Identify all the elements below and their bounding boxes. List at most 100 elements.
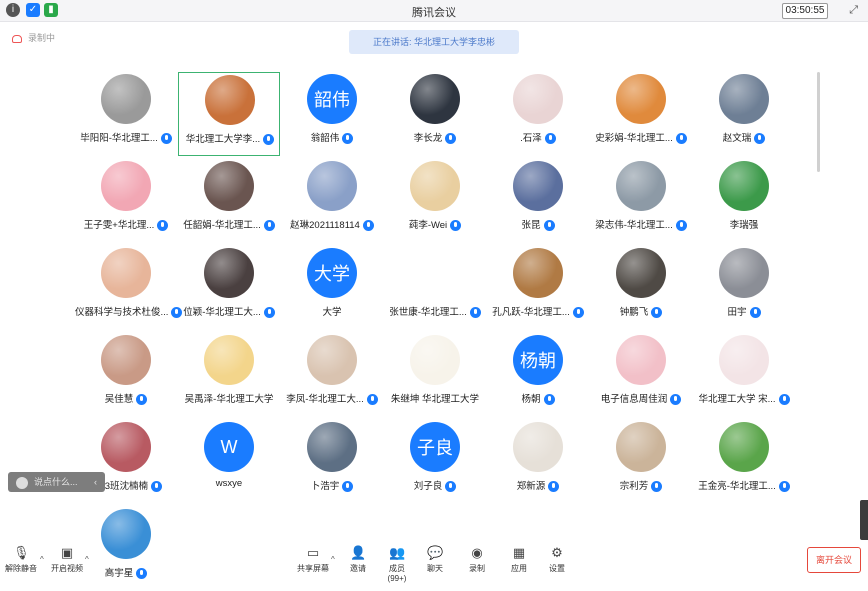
- participant-tile[interactable]: 赵文瑞: [693, 72, 795, 156]
- video-button[interactable]: ▣ 开启视频: [50, 546, 84, 574]
- settings-button[interactable]: ⚙ 设置: [540, 546, 574, 574]
- fullscreen-icon[interactable]: ⤢: [849, 4, 858, 17]
- members-button[interactable]: 👥 成员(99+): [380, 545, 414, 584]
- participant-name-text: 仪器科学与技术杜俊...: [75, 307, 169, 318]
- participant-tile[interactable]: 吴佳慧: [75, 333, 177, 417]
- chevron-up-icon[interactable]: ^: [331, 555, 335, 564]
- members-icon: 👥: [389, 545, 406, 560]
- invite-button[interactable]: 👤 邀请: [341, 546, 375, 574]
- mic-icon: [342, 480, 354, 492]
- participant-tile[interactable]: 电子信息周佳润: [590, 333, 692, 417]
- apps-label: 应用: [511, 564, 527, 573]
- chat-button[interactable]: 💬 聊天: [418, 546, 452, 574]
- participant-tile[interactable]: 韶伟 翁韶伟: [281, 72, 383, 156]
- participant-tile[interactable]: 李瑞强: [693, 159, 795, 243]
- avatar: [719, 161, 769, 211]
- mute-button[interactable]: 🎙 解除静音: [4, 546, 38, 574]
- participant-tile[interactable]: 张昆: [487, 159, 589, 243]
- participant-name: 王子雯+华北理...: [75, 217, 177, 231]
- participant-name: 宗利芳: [590, 478, 692, 492]
- participant-tile[interactable]: 华北理工大学 宋...: [693, 333, 795, 417]
- participant-tile[interactable]: 仪器科学与技术杜俊...: [75, 246, 183, 330]
- mic-icon: [362, 219, 374, 231]
- avatar-text: 大学: [314, 264, 350, 284]
- participant-tile[interactable]: 杨朝 杨朝: [487, 333, 589, 417]
- participant-tile[interactable]: 史彩娟-华北理工...: [590, 72, 692, 156]
- participant-tile[interactable]: 大学 大学: [281, 246, 383, 330]
- chevron-left-icon[interactable]: ‹: [94, 472, 97, 492]
- avatar: [205, 75, 255, 125]
- mic-icon: [675, 219, 687, 231]
- avatar: [513, 422, 563, 472]
- mic-icon: [670, 393, 682, 405]
- participant-tile[interactable]: 宗利芳: [590, 420, 692, 504]
- apps-button[interactable]: ▦ 应用: [502, 546, 536, 574]
- mic-icon: [675, 132, 687, 144]
- participant-tile[interactable]: 梁志伟-华北理工...: [590, 159, 692, 243]
- participant-name-text: 卜浩宇: [310, 481, 340, 492]
- participant-name: 刘子良: [384, 478, 486, 492]
- participant-tile[interactable]: 子良刘子良: [384, 420, 486, 504]
- participant-name-text: 郑新源: [516, 481, 546, 492]
- participant-name-text: 华北理工大学 宋...: [698, 394, 776, 405]
- scrollbar[interactable]: [817, 72, 820, 172]
- participant-tile[interactable]: 卜浩宇: [281, 420, 383, 504]
- participant-name: 毕阳阳-华北理工...: [75, 130, 177, 144]
- participant-tile[interactable]: 赵琳2021118114: [281, 159, 383, 243]
- participant-tile[interactable]: Wwsxye: [178, 420, 280, 504]
- participant-tile[interactable]: 郑新源: [487, 420, 589, 504]
- mic-icon: [445, 132, 457, 144]
- participant-tile[interactable]: 毕阳阳-华北理工...: [75, 72, 177, 156]
- avatar-text: 子良: [417, 438, 453, 458]
- participant-name-text: 毕阳阳-华北理工...: [80, 133, 158, 144]
- participant-name: 卜浩宇: [281, 478, 383, 492]
- share-screen-button[interactable]: ▭ 共享屏幕: [296, 546, 330, 574]
- avatar-text: W: [220, 436, 238, 457]
- participant-name-text: 任韶娟-华北理工...: [183, 220, 261, 231]
- participant-tile[interactable]: 吴禹泽-华北理工大学: [178, 333, 280, 417]
- avatar: [719, 422, 769, 472]
- record-button[interactable]: ◉ 录制: [460, 546, 494, 574]
- avatar: 杨朝: [513, 335, 563, 385]
- participant-tile[interactable]: 朱继坤 华北理工大学: [384, 333, 486, 417]
- participant-name: 大学: [281, 304, 383, 318]
- leave-meeting-button[interactable]: 离开会议: [807, 547, 861, 573]
- participant-tile[interactable]: 田宇: [693, 246, 795, 330]
- participant-tile[interactable]: 李凤-华北理工大...: [281, 333, 383, 417]
- chat-input[interactable]: 说点什么... ‹: [8, 472, 105, 492]
- participant-name-text: 王子雯+华北理...: [83, 220, 155, 231]
- participant-name: 张昆: [487, 217, 589, 231]
- participant-tile[interactable]: 王金亮-华北理工...: [693, 420, 795, 504]
- participant-name-text: 张世康-华北理工...: [389, 307, 467, 318]
- participant-name: 张世康-华北理工...: [384, 304, 486, 318]
- participant-tile[interactable]: 张世康-华北理工...: [384, 246, 486, 330]
- mic-icon: [778, 480, 790, 492]
- participant-tile[interactable]: 孔凡跃-华北理工...: [487, 246, 589, 330]
- participant-name-text: 翁韶伟: [310, 133, 340, 144]
- participant-name: 莼李-Wei: [384, 217, 486, 231]
- participant-name-text: 刘子良: [413, 481, 443, 492]
- avatar: [616, 161, 666, 211]
- add-user-icon: 👤: [350, 545, 367, 560]
- participant-name: 赵琳2021118114: [281, 217, 383, 231]
- participant-name-text: 张昆: [521, 220, 541, 231]
- participant-name: 吴禹泽-华北理工大学: [178, 391, 280, 405]
- participant-name: 翁韶伟: [281, 130, 383, 144]
- avatar: [101, 248, 151, 298]
- mic-icon: [263, 133, 275, 145]
- mic-off-icon: 🎙: [13, 545, 30, 560]
- participant-name-text: 李瑞强: [729, 220, 759, 231]
- participant-tile[interactable]: .石泽: [487, 72, 589, 156]
- chevron-up-icon[interactable]: ^: [40, 555, 44, 564]
- mic-icon: [342, 132, 354, 144]
- participant-tile[interactable]: 任韶娟-华北理工...: [178, 159, 280, 243]
- participant-tile[interactable]: 华北理工大学李...: [178, 72, 280, 156]
- participant-tile[interactable]: 王子雯+华北理...: [75, 159, 177, 243]
- participant-name: 任韶娟-华北理工...: [178, 217, 280, 231]
- participant-tile[interactable]: 钟鹏飞: [590, 246, 692, 330]
- participant-tile[interactable]: 位颖-华北理工大...: [178, 246, 280, 330]
- avatar: [307, 161, 357, 211]
- participant-tile[interactable]: 莼李-Wei: [384, 159, 486, 243]
- chevron-up-icon[interactable]: ^: [85, 555, 89, 564]
- participant-tile[interactable]: 李长龙: [384, 72, 486, 156]
